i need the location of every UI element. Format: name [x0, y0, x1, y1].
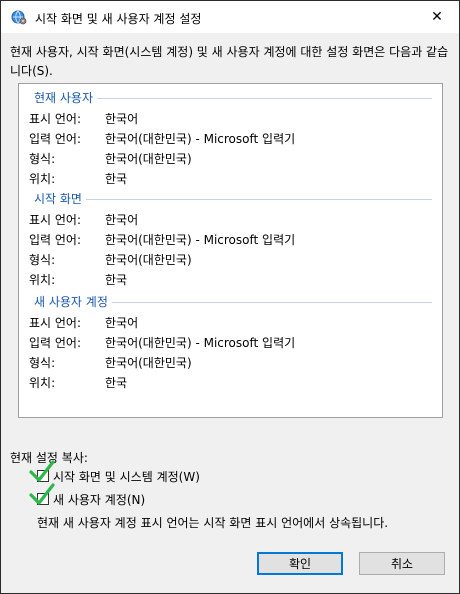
dialog-window: 시작 화면 및 새 사용자 계정 설정 ✕ 현재 사용자, 시작 화면(시스템 …	[0, 0, 460, 594]
ok-button[interactable]: 확인	[257, 552, 343, 575]
location-label: 위치:	[29, 172, 56, 186]
display-language-value: 한국어	[105, 213, 139, 227]
copy-settings-label: 현재 설정 복사:	[10, 451, 88, 465]
location-label: 위치:	[29, 273, 56, 287]
globe-settings-icon	[11, 9, 27, 25]
input-language-label: 입력 언어:	[29, 132, 82, 146]
display-language-value: 한국어	[105, 112, 139, 126]
format-value: 한국어(대한민국)	[105, 356, 192, 370]
copy-welcome-label[interactable]: 시작 화면 및 시스템 계정(W)	[53, 468, 200, 485]
format-label: 형식:	[29, 253, 56, 267]
display-language-label: 표시 언어:	[29, 316, 82, 330]
format-row: 형식: 한국어(대한민국)	[19, 148, 442, 168]
location-value: 한국	[105, 172, 128, 186]
section-header: 새 사용자 계정	[19, 292, 442, 312]
section-current-user: 현재 사용자 표시 언어: 한국어 입력 언어: 한국어(대한민국) - Mic…	[19, 88, 442, 188]
input-language-row: 입력 언어: 한국어(대한민국) - Microsoft 입력기	[19, 332, 442, 352]
input-language-row: 입력 언어: 한국어(대한민국) - Microsoft 입력기	[19, 128, 442, 148]
input-language-label: 입력 언어:	[29, 336, 82, 350]
title-bar[interactable]: 시작 화면 및 새 사용자 계정 설정 ✕	[1, 1, 459, 33]
input-language-label: 입력 언어:	[29, 233, 82, 247]
copy-new-user-label[interactable]: 새 사용자 계정(N)	[53, 491, 145, 508]
location-row: 위치: 한국	[19, 168, 442, 188]
copy-new-user-checkbox[interactable]	[29, 483, 55, 505]
inheritance-note: 현재 새 사용자 계정 표시 언어는 시작 화면 표시 언어에서 상속됩니다.	[37, 516, 389, 530]
copy-welcome-checkbox[interactable]	[29, 460, 55, 482]
format-value: 한국어(대한민국)	[105, 253, 192, 267]
format-row: 형식: 한국어(대한민국)	[19, 352, 442, 372]
display-language-label: 표시 언어:	[29, 213, 82, 227]
format-label: 형식:	[29, 152, 56, 166]
checkmark-icon	[29, 483, 55, 505]
display-language-row: 표시 언어: 한국어	[19, 108, 442, 128]
format-label: 형식:	[29, 356, 56, 370]
input-language-row: 입력 언어: 한국어(대한민국) - Microsoft 입력기	[19, 229, 442, 249]
location-value: 한국	[105, 273, 128, 287]
location-label: 위치:	[29, 376, 56, 390]
display-language-row: 표시 언어: 한국어	[19, 209, 442, 229]
display-language-value: 한국어	[105, 316, 139, 330]
window-title: 시작 화면 및 새 사용자 계정 설정	[35, 12, 202, 26]
settings-panel[interactable]: 현재 사용자 표시 언어: 한국어 입력 언어: 한국어(대한민국) - Mic…	[18, 83, 443, 418]
input-language-value: 한국어(대한민국) - Microsoft 입력기	[105, 336, 296, 350]
copy-welcome-checkbox-row[interactable]: 시작 화면 및 시스템 계정(W)	[29, 460, 200, 485]
input-language-value: 한국어(대한민국) - Microsoft 입력기	[105, 233, 296, 247]
input-language-value: 한국어(대한민국) - Microsoft 입력기	[105, 132, 296, 146]
section-header: 시작 화면	[19, 189, 442, 209]
display-language-label: 표시 언어:	[29, 112, 82, 126]
close-button[interactable]: ✕	[415, 1, 459, 33]
format-value: 한국어(대한민국)	[105, 152, 192, 166]
copy-new-user-checkbox-row[interactable]: 새 사용자 계정(N)	[29, 483, 145, 508]
section-welcome-screen: 시작 화면 표시 언어: 한국어 입력 언어: 한국어(대한민국) - Micr…	[19, 189, 442, 289]
location-row: 위치: 한국	[19, 269, 442, 289]
cancel-button[interactable]: 취소	[359, 552, 445, 575]
location-row: 위치: 한국	[19, 372, 442, 392]
display-language-row: 표시 언어: 한국어	[19, 312, 442, 332]
section-title: 새 사용자 계정	[34, 293, 112, 310]
close-icon: ✕	[431, 9, 443, 25]
location-value: 한국	[105, 376, 128, 390]
intro-text: 현재 사용자, 시작 화면(시스템 계정) 및 새 사용자 계정에 대한 설정 …	[10, 45, 449, 78]
section-header: 현재 사용자	[19, 88, 442, 108]
section-new-user-account: 새 사용자 계정 표시 언어: 한국어 입력 언어: 한국어(대한민국) - M…	[19, 292, 442, 392]
section-title: 현재 사용자	[34, 89, 98, 106]
section-title: 시작 화면	[34, 190, 86, 207]
format-row: 형식: 한국어(대한민국)	[19, 249, 442, 269]
section-divider	[34, 199, 432, 200]
